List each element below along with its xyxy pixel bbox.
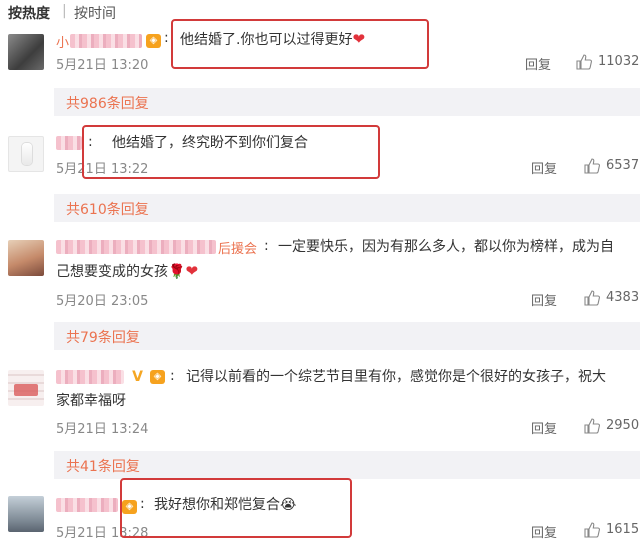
rose-emoji-icon: 🌹 bbox=[168, 264, 186, 280]
username-suffix[interactable]: 后援会 bbox=[218, 238, 257, 257]
avatar[interactable] bbox=[8, 136, 44, 172]
like-count: 1615 bbox=[606, 522, 640, 537]
replies-summary[interactable]: 共986条回复 bbox=[54, 88, 640, 116]
reply-button[interactable]: 回复 bbox=[531, 290, 557, 309]
username-blurred bbox=[70, 34, 142, 48]
replies-summary[interactable]: 共41条回复 bbox=[54, 451, 640, 479]
username-blurred bbox=[56, 240, 216, 254]
username-blurred bbox=[56, 136, 82, 150]
comment-time: 5月21日 13:24 bbox=[56, 422, 149, 437]
reply-button[interactable]: 回复 bbox=[531, 418, 557, 437]
colon: : bbox=[170, 368, 175, 384]
replies-summary[interactable]: 共79条回复 bbox=[54, 322, 640, 350]
member-badge-icon: ◈ bbox=[150, 370, 165, 384]
member-badge-icon: ◈ bbox=[146, 34, 161, 48]
reply-button[interactable]: 回复 bbox=[531, 522, 557, 541]
reply-button[interactable]: 回复 bbox=[525, 54, 551, 73]
like-count: 2950 bbox=[606, 418, 640, 433]
sort-separator: | bbox=[62, 3, 67, 19]
avatar[interactable] bbox=[8, 34, 44, 70]
sort-by-time-tab[interactable]: 按时间 bbox=[74, 3, 116, 23]
comment-text-line2: 家都幸福呀 bbox=[56, 393, 126, 409]
thumbs-up-icon[interactable] bbox=[584, 290, 600, 306]
replies-summary[interactable]: 共610条回复 bbox=[54, 194, 640, 222]
comment-item: 后援会 : 一定要快乐，因为有那么多人，都以你为榜样，成为自 己想要变成的女孩🌹… bbox=[0, 232, 640, 312]
verified-v-icon: V bbox=[132, 369, 143, 385]
username-blurred bbox=[56, 370, 124, 384]
like-count: 6537 bbox=[606, 158, 640, 173]
comment-text-line1: 记得以前看的一个综艺节目里有你，感觉你是个很好的女孩子，祝大 bbox=[186, 369, 606, 385]
like-count: 11032 bbox=[598, 54, 640, 69]
sort-by-hot-tab[interactable]: 按热度 bbox=[8, 3, 50, 23]
comment-time: 5月20日 23:05 bbox=[56, 294, 149, 309]
comment-text-line1: 一定要快乐，因为有那么多人，都以你为榜样，成为自 bbox=[278, 239, 614, 255]
thumbs-up-icon[interactable] bbox=[576, 54, 592, 70]
highlight-box bbox=[171, 19, 429, 69]
username-blurred bbox=[56, 498, 118, 512]
comment-time: 5月21日 13:20 bbox=[56, 58, 149, 73]
username[interactable]: 小 bbox=[56, 32, 69, 51]
thumbs-up-icon[interactable] bbox=[584, 158, 600, 174]
like-count: 4383 bbox=[606, 290, 640, 305]
thumbs-up-icon[interactable] bbox=[584, 522, 600, 538]
heart-emoji-icon: ❤ bbox=[185, 262, 199, 280]
comment-item: V ◈ : 记得以前看的一个综艺节目里有你，感觉你是个很好的女孩子，祝大 家都幸… bbox=[0, 362, 640, 442]
avatar[interactable] bbox=[8, 240, 44, 276]
avatar[interactable] bbox=[8, 370, 44, 406]
colon: : bbox=[164, 30, 169, 46]
avatar[interactable] bbox=[8, 496, 44, 532]
colon: : bbox=[264, 238, 269, 254]
highlight-box bbox=[120, 478, 352, 538]
highlight-box bbox=[82, 125, 380, 179]
comment-text-line2: 己想要变成的女孩🌹❤ bbox=[56, 262, 199, 280]
thumbs-up-icon[interactable] bbox=[584, 418, 600, 434]
reply-button[interactable]: 回复 bbox=[531, 158, 557, 177]
